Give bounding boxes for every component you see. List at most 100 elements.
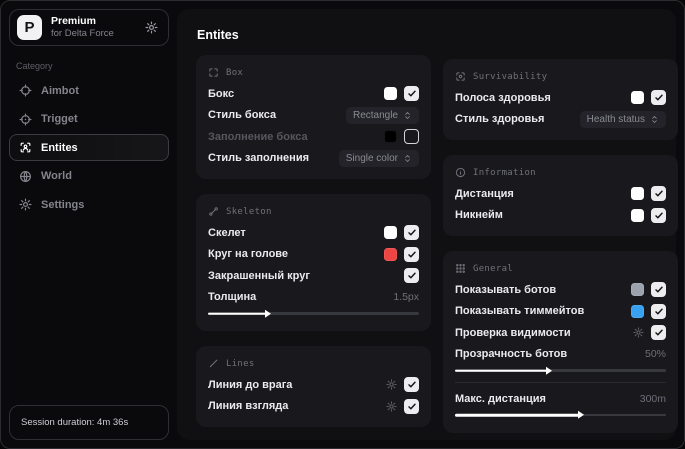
show-bots-checkbox[interactable]: [651, 282, 666, 298]
setting-row: Линия взгляда: [208, 396, 419, 418]
chevrons-up-down-icon: [650, 115, 659, 124]
setting-row: Показывать ботов: [455, 279, 666, 301]
visibility-check-checkbox[interactable]: [651, 325, 666, 341]
head-circle-color-swatch[interactable]: [384, 247, 397, 261]
trigger-icon: [19, 112, 32, 126]
sidebar-item-aimbot[interactable]: Aimbot: [9, 77, 169, 104]
thickness-slider[interactable]: [208, 308, 419, 319]
info-icon: [455, 167, 466, 178]
setting-label: Стиль бокса: [208, 109, 277, 122]
setting-label: Никнейм: [455, 209, 503, 222]
divider: [455, 382, 666, 383]
setting-row: Стиль здоровья Health status: [455, 109, 666, 131]
setting-row: Показывать тиммейтов: [455, 301, 666, 323]
slider-thumb[interactable]: [577, 411, 584, 419]
sidebar-item-label: Aimbot: [41, 84, 79, 97]
setting-label: Показывать тиммейтов: [455, 305, 585, 318]
panel-title: Survivability: [473, 71, 548, 82]
setting-label: Закрашенный круг: [208, 269, 310, 282]
head-circle-checkbox[interactable]: [404, 246, 419, 262]
show-teammates-checkbox[interactable]: [651, 303, 666, 319]
bots-color-swatch[interactable]: [631, 283, 644, 297]
setting-label: Показывать ботов: [455, 283, 557, 296]
brand-subtitle: for Delta Force: [51, 28, 114, 40]
panel-skeleton: Skeleton Скелет Круг на голове Закрашенн…: [196, 194, 431, 331]
brand-logo: P: [17, 15, 42, 40]
box-color-swatch[interactable]: [384, 87, 397, 101]
setting-label: Стиль здоровья: [455, 113, 545, 126]
panel-survivability: Survivability Полоса здоровья Стиль здор…: [443, 59, 678, 140]
panel-information: Information Дистанция Никнейм: [443, 155, 678, 236]
view-line-checkbox[interactable]: [404, 398, 419, 414]
sidebar-item-entites[interactable]: Entites: [9, 134, 169, 161]
sidebar-item-settings[interactable]: Settings: [9, 191, 169, 218]
skeleton-checkbox[interactable]: [404, 225, 419, 241]
teammates-color-swatch[interactable]: [631, 304, 644, 318]
setting-label: Линия до врага: [208, 378, 293, 391]
setting-label: Проверка видимости: [455, 326, 571, 339]
setting-label: Толщина: [208, 291, 257, 304]
setting-label: Прозрачность ботов: [455, 348, 568, 361]
bot-opacity-slider[interactable]: [455, 365, 666, 376]
panel-general: General Показывать ботов Показывать тимм…: [443, 251, 678, 433]
setting-row: Закрашенный круг: [208, 265, 419, 287]
fill-style-select[interactable]: Single color: [338, 149, 419, 167]
panel-lines: Lines Линия до врага Линия взгляда: [196, 346, 431, 427]
health-bar-checkbox[interactable]: [651, 90, 666, 106]
sidebar-item-label: World: [41, 170, 72, 182]
max-distance-slider[interactable]: [455, 410, 666, 421]
session-duration: Session duration: 4m 36s: [9, 405, 169, 440]
setting-row: Дистанция: [455, 183, 666, 205]
column-left: Box Бокс Стиль бокса Rectangle Заполнени…: [196, 55, 431, 448]
setting-label: Скелет: [208, 226, 246, 239]
diagonal-line-icon: [208, 358, 219, 369]
gear-icon[interactable]: [145, 21, 158, 34]
option-gear-icon[interactable]: [386, 379, 397, 390]
chevrons-up-down-icon: [403, 154, 412, 163]
setting-row: Полоса здоровья: [455, 87, 666, 109]
sidebar-item-label: Trigget: [41, 113, 78, 125]
health-style-select[interactable]: Health status: [579, 110, 666, 128]
distance-color-swatch[interactable]: [631, 187, 644, 201]
setting-label: Круг на голове: [208, 248, 289, 261]
option-gear-icon[interactable]: [386, 401, 397, 412]
slider-value: 50%: [644, 348, 666, 361]
slider-thumb[interactable]: [265, 309, 272, 318]
column-right: Survivability Полоса здоровья Стиль здор…: [443, 55, 678, 448]
box-fill-color-swatch[interactable]: [384, 130, 397, 144]
sidebar-item-world[interactable]: World: [9, 163, 169, 190]
setting-row: Круг на голове: [208, 244, 419, 266]
sidebar-item-trigget[interactable]: Trigget: [9, 106, 169, 133]
setting-row: Прозрачность ботов 50%: [455, 344, 666, 366]
brand-card: P Premium for Delta Force: [9, 9, 169, 46]
sidebar-item-label: Settings: [41, 198, 85, 211]
setting-row: Стиль бокса Rectangle: [208, 105, 419, 127]
panel-title: Lines: [226, 358, 255, 369]
setting-row: Никнейм: [455, 205, 666, 227]
setting-label: Стиль заполнения: [208, 152, 310, 165]
setting-label: Дистанция: [455, 187, 514, 200]
box-checkbox[interactable]: [404, 86, 419, 102]
category-label: Category: [16, 61, 53, 71]
setting-row: Заполнение бокса: [208, 126, 419, 148]
bone-icon: [208, 206, 219, 217]
nickname-color-swatch[interactable]: [631, 208, 644, 222]
slider-thumb[interactable]: [545, 366, 552, 375]
box-fill-checkbox[interactable]: [404, 129, 419, 145]
page-title: Entites: [197, 28, 239, 42]
chevrons-up-down-icon: [403, 111, 412, 120]
filled-circle-checkbox[interactable]: [404, 268, 419, 284]
slider-value: 300m: [639, 392, 666, 405]
health-bar-color-swatch[interactable]: [631, 91, 644, 105]
panel-title: General: [473, 263, 514, 274]
distance-checkbox[interactable]: [651, 186, 666, 202]
box-style-select[interactable]: Rectangle: [345, 106, 419, 124]
globe-icon: [19, 170, 32, 183]
sidebar-item-label: Entites: [41, 141, 78, 154]
enemy-line-checkbox[interactable]: [404, 377, 419, 393]
nickname-checkbox[interactable]: [651, 207, 666, 223]
option-gear-icon[interactable]: [633, 327, 644, 338]
skeleton-color-swatch[interactable]: [384, 226, 397, 240]
entities-icon: [19, 141, 32, 154]
brand-title: Premium: [51, 15, 96, 27]
